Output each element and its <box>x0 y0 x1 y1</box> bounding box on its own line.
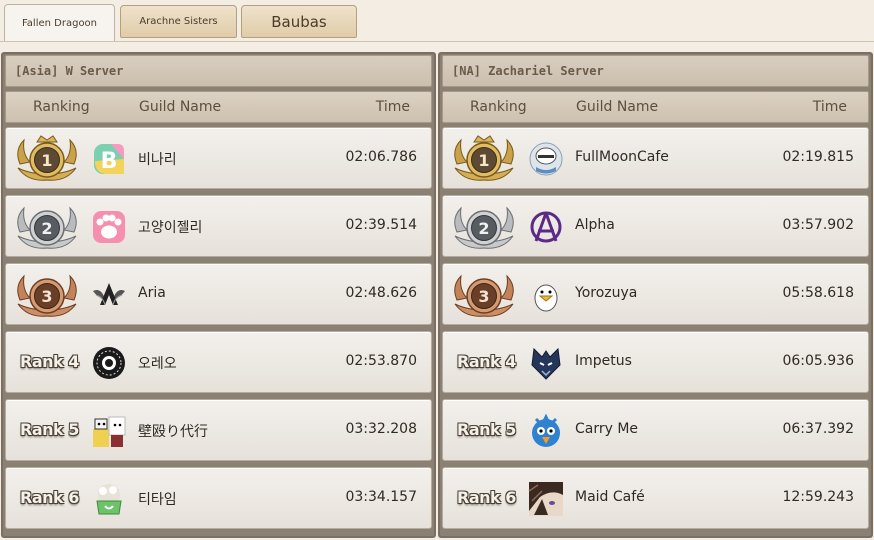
svg-text:1: 1 <box>478 151 489 170</box>
table-row[interactable]: Rank 4 Impetus 06:05.936 <box>442 331 869 393</box>
guild-emblem-icon <box>531 347 561 380</box>
guild-emblem-icon <box>96 484 122 515</box>
server-title: [Asia] W Server <box>5 55 432 87</box>
guild-name: 고양이젤리 <box>138 220 203 236</box>
right-ranking-panel: [NA] Zachariel Server Ranking Guild Name… <box>438 52 873 538</box>
guild-name: FullMoonCafe <box>575 149 669 165</box>
table-row[interactable]: 1 FullMoonCafe 02:19.815 <box>442 127 869 189</box>
clear-time: 02:48.626 <box>345 285 417 301</box>
tab-baubas[interactable]: Baubas <box>241 5 357 38</box>
silver-medal-icon: 2 <box>17 206 77 249</box>
gold-medal-icon: 1 <box>17 135 77 181</box>
header-time: Time <box>375 99 410 115</box>
svg-text:B: B <box>101 149 118 174</box>
guild-name: 비나리 <box>138 152 177 168</box>
table-row[interactable]: Rank 4 오레오 02:53.870 <box>5 331 432 393</box>
clear-time: 05:58.618 <box>782 285 854 301</box>
guild-emblem-icon <box>534 284 558 312</box>
clear-time: 02:53.870 <box>345 353 417 369</box>
guild-emblem-icon <box>93 283 125 306</box>
left-ranking-panel: [Asia] W Server Ranking Guild Name Time … <box>1 52 436 538</box>
clear-time: 02:06.786 <box>345 149 417 165</box>
table-row[interactable]: 3 Yorozuya 05:58.618 <box>442 263 869 325</box>
table-row[interactable]: Rank 5 壁殴り代行 03:32.208 <box>5 399 432 461</box>
guild-name: Impetus <box>575 353 632 369</box>
guild-emblem-icon <box>532 413 560 447</box>
guild-name: Maid Café <box>575 489 645 505</box>
svg-text:2: 2 <box>41 219 52 238</box>
server-title: [NA] Zachariel Server <box>442 55 869 87</box>
bronze-medal-icon: 3 <box>454 274 514 317</box>
clear-time: 03:57.902 <box>782 217 854 233</box>
table-row[interactable]: 2 고양이젤리 02:39.514 <box>5 195 432 257</box>
guild-emblem-icon <box>93 347 125 379</box>
tab-divider <box>0 41 874 42</box>
guild-name: 壁殴り代行 <box>138 424 208 440</box>
guild-name: 티타임 <box>138 492 177 508</box>
table-row[interactable]: 1 B 비나리 02:06.786 <box>5 127 432 189</box>
header-guild-name: Guild Name <box>139 99 222 115</box>
tab-bar: Fallen Dragoon Arachne Sisters Baubas <box>0 0 874 44</box>
clear-time: 02:19.815 <box>782 149 854 165</box>
svg-text:3: 3 <box>478 287 489 306</box>
clear-time: 12:59.243 <box>782 489 854 505</box>
header-time: Time <box>812 99 847 115</box>
gold-medal-icon: 1 <box>454 135 514 181</box>
svg-text:1: 1 <box>41 151 52 170</box>
guild-name: Carry Me <box>575 421 639 437</box>
svg-text:3: 3 <box>41 287 52 306</box>
guild-name: Alpha <box>575 217 615 233</box>
tab-fallen-dragoon[interactable]: Fallen Dragoon <box>4 4 115 42</box>
table-row[interactable]: Rank 6 티타임 03:34.157 <box>5 467 432 529</box>
column-headers: Ranking Guild Name Time <box>5 91 432 123</box>
header-ranking: Ranking <box>470 99 527 115</box>
clear-time: 06:05.936 <box>782 353 854 369</box>
guild-emblem-icon <box>528 482 563 516</box>
table-row[interactable]: Rank 5 Carry Me 06:37.392 <box>442 399 869 461</box>
rank-label: Rank 4 <box>457 352 516 371</box>
table-row[interactable]: 2 Alpha 03:57.902 <box>442 195 869 257</box>
clear-time: 06:37.392 <box>782 421 854 437</box>
clear-time: 03:32.208 <box>345 421 417 437</box>
svg-text:2: 2 <box>478 219 489 238</box>
guild-emblem-icon <box>93 416 126 447</box>
guild-emblem-icon: B <box>94 144 124 175</box>
silver-medal-icon: 2 <box>454 206 514 249</box>
guild-emblem-icon <box>529 142 563 176</box>
guild-name: 오레오 <box>138 356 177 372</box>
tab-arachne-sisters[interactable]: Arachne Sisters <box>120 5 237 38</box>
guild-emblem-icon <box>530 211 562 243</box>
clear-time: 03:34.157 <box>345 489 417 505</box>
guild-name: Aria <box>138 285 166 301</box>
header-ranking: Ranking <box>33 99 90 115</box>
rank-label: Rank 6 <box>457 488 516 507</box>
rank-label: Rank 5 <box>457 420 516 439</box>
rank-label: Rank 5 <box>20 420 79 439</box>
table-row[interactable]: Rank 6 Maid Café 12:59.243 <box>442 467 869 529</box>
column-headers: Ranking Guild Name Time <box>442 91 869 123</box>
guild-name: Yorozuya <box>575 285 638 301</box>
bronze-medal-icon: 3 <box>17 274 77 317</box>
guild-emblem-icon <box>93 211 125 243</box>
table-row[interactable]: 3 Aria 02:48.626 <box>5 263 432 325</box>
rank-label: Rank 4 <box>20 352 79 371</box>
clear-time: 02:39.514 <box>345 217 417 233</box>
header-guild-name: Guild Name <box>576 99 659 115</box>
rank-label: Rank 6 <box>20 488 79 507</box>
